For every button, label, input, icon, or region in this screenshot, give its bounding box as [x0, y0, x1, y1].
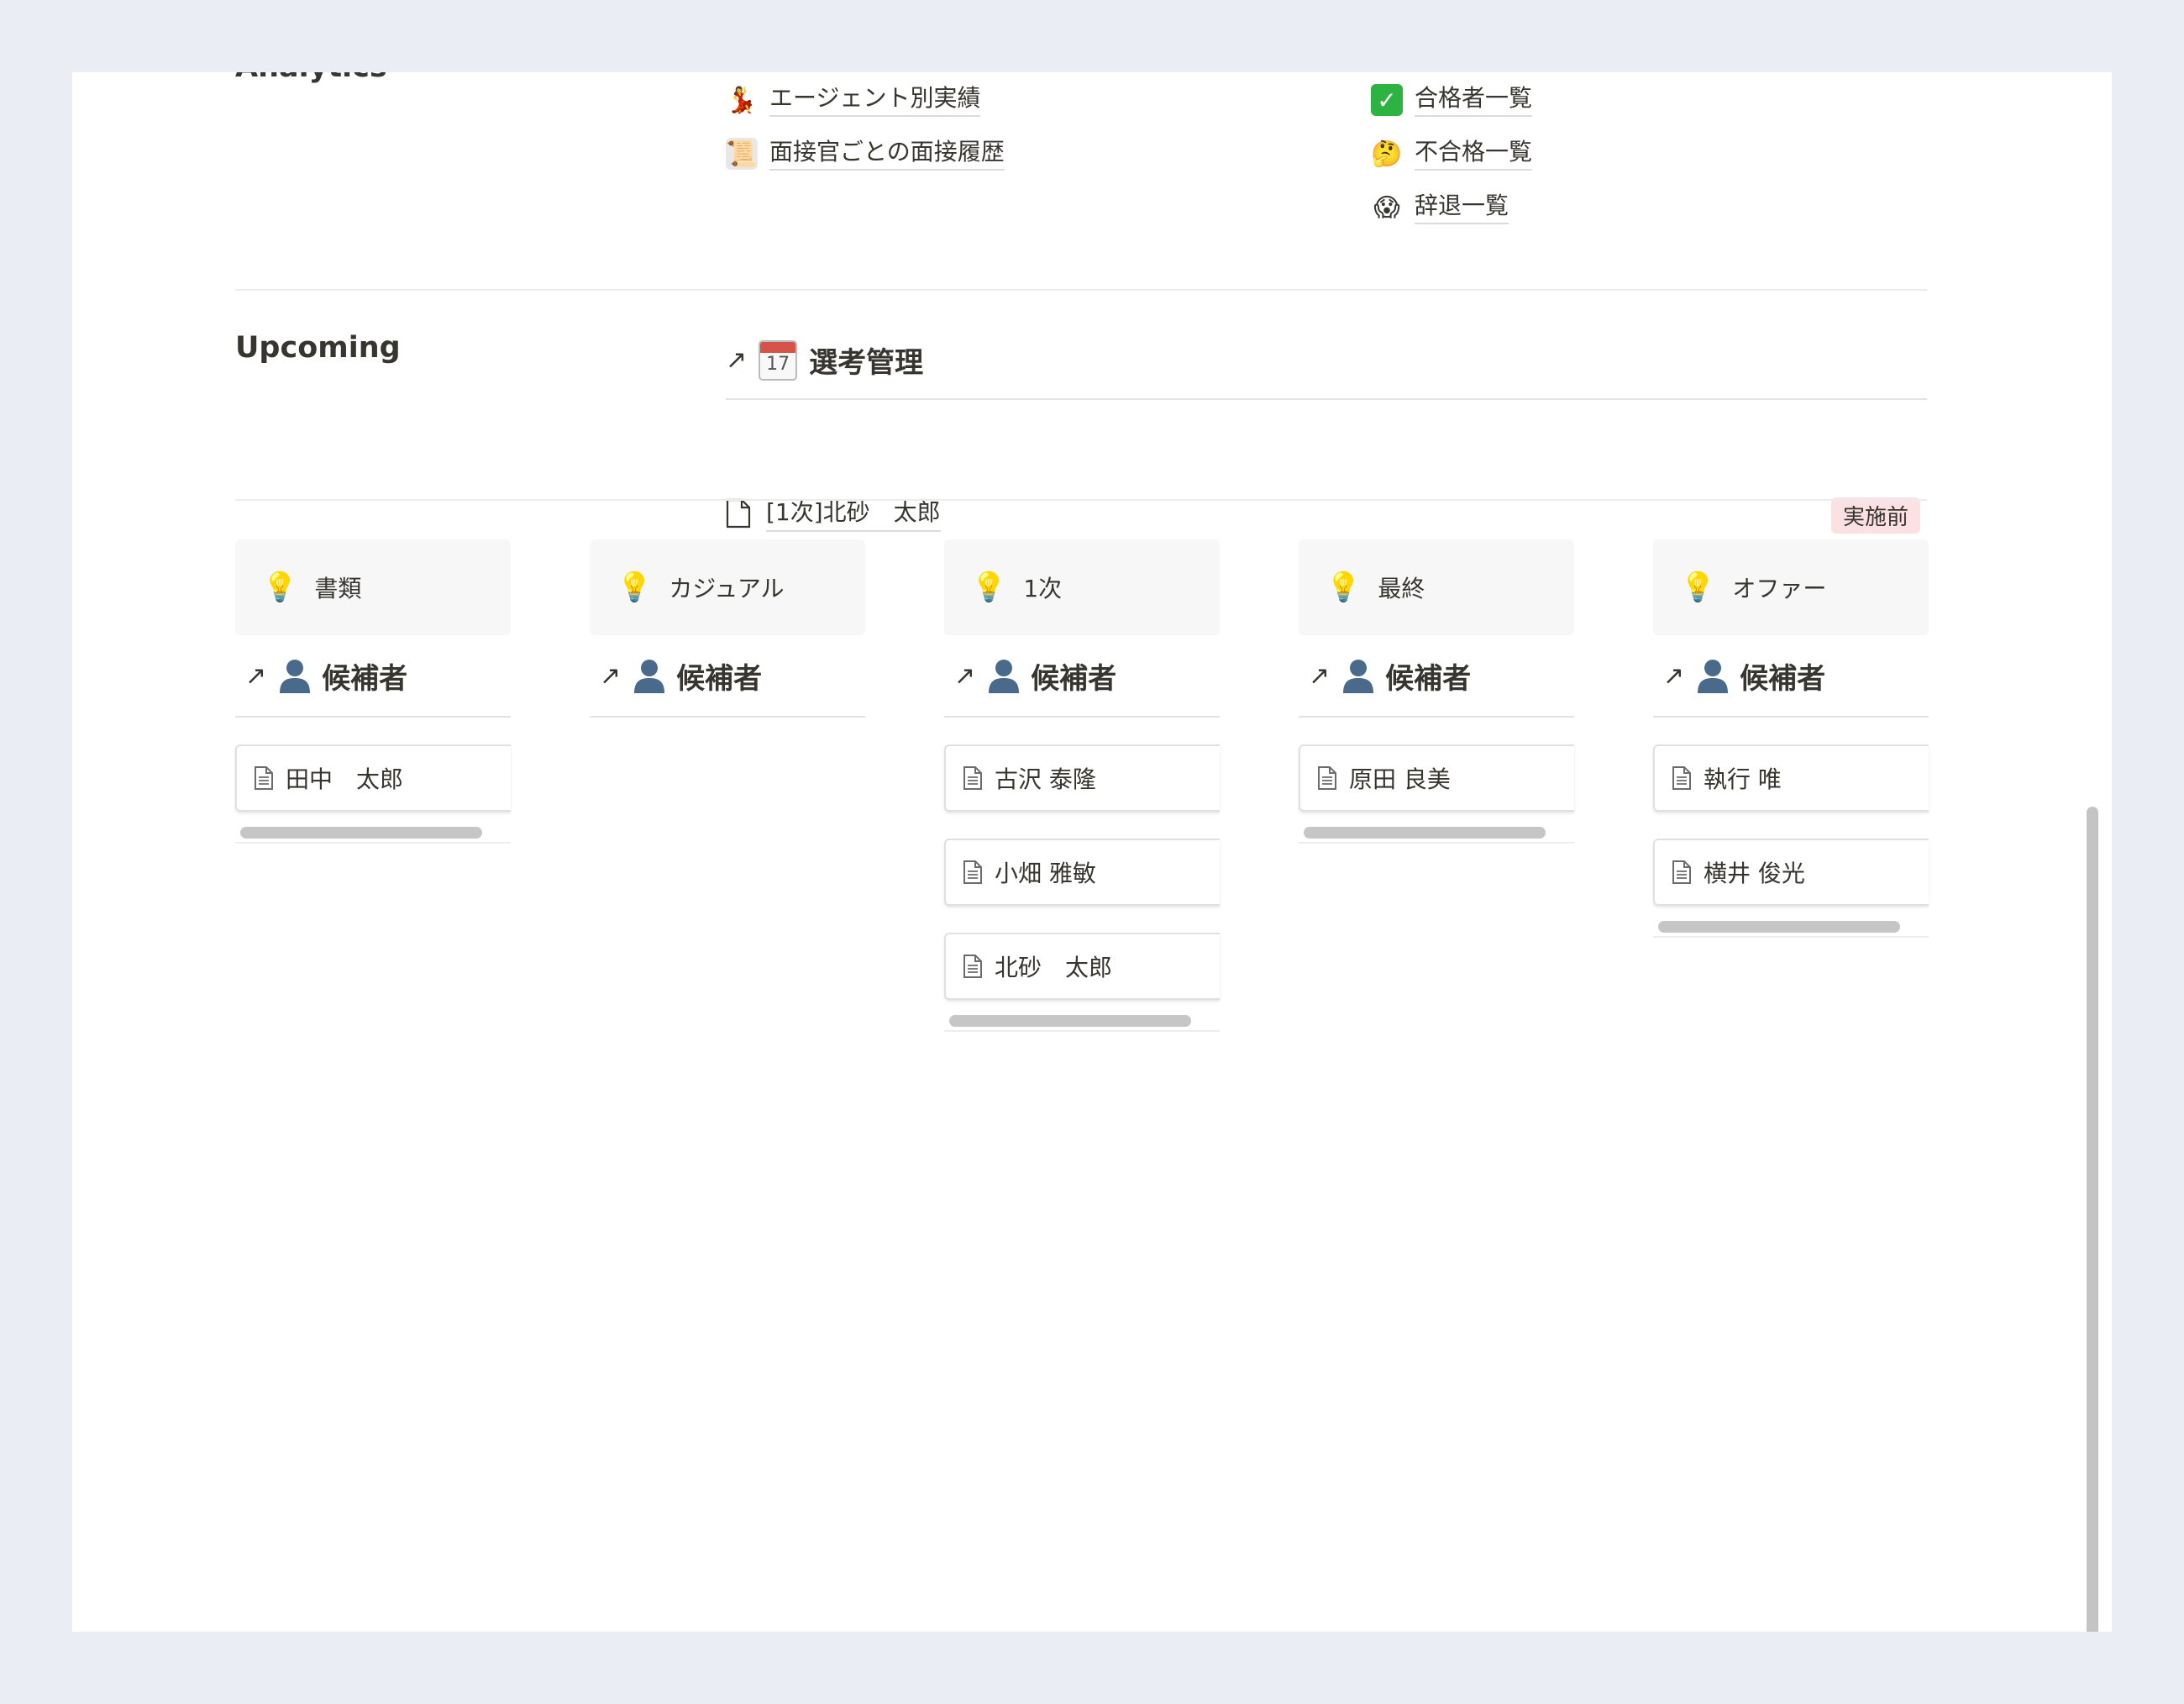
db-title-label: 候補者: [1385, 661, 1472, 696]
board-column: 💡 1次 ↗ 候補者古沢 泰隆小畑 雅敏北砂 太郎: [944, 539, 1220, 1032]
page-icon: [726, 498, 751, 528]
lightbulb-icon: 💡: [262, 571, 298, 604]
upcoming-heading: Upcoming: [235, 331, 401, 365]
document-icon: [963, 955, 982, 978]
linked-db-selection-management[interactable]: ↗ 17 選考管理: [726, 339, 923, 381]
scrollbar-thumb[interactable]: [2087, 807, 2098, 1632]
column-header: 💡 書類: [235, 539, 511, 635]
candidate-card[interactable]: 北砂 太郎: [944, 933, 1220, 1000]
person-icon: [280, 660, 311, 693]
thinking-face-icon: 🤔: [1371, 139, 1403, 169]
document-icon: [963, 860, 982, 884]
link-arrow-icon: ↗: [245, 660, 267, 691]
linked-db-candidates[interactable]: ↗ 候補者: [235, 635, 511, 718]
link-arrow-icon: ↗: [1663, 660, 1685, 691]
calendar-icon: 17: [759, 339, 798, 381]
page-content: Analytics 💃 エージェント別実績 📜 面接官ごとの面接履歴 ✓ 合格者…: [235, 72, 1929, 1632]
board-column: 💡 最終 ↗ 候補者原田 良美: [1299, 539, 1574, 844]
link-arrow-icon: ↗: [726, 345, 748, 375]
lightbulb-icon: 💡: [617, 571, 653, 604]
lightbulb-icon: 💡: [1680, 571, 1716, 604]
db-title-label: 候補者: [322, 661, 408, 696]
horizontal-scrollbar[interactable]: [1653, 918, 1929, 938]
link-label: 合格者一覧: [1415, 84, 1533, 117]
screaming-face-icon: 😱: [1373, 192, 1400, 223]
link-interviewer-history[interactable]: 📜 面接官ごとの面接履歴: [726, 138, 1005, 171]
candidate-name: 北砂 太郎: [995, 954, 1113, 981]
link-agent-performance[interactable]: 💃 エージェント別実績: [726, 84, 981, 117]
db-title-label: 候補者: [1740, 661, 1826, 696]
scrollbar-thumb[interactable]: [240, 827, 482, 839]
app-window: Analytics 💃 エージェント別実績 📜 面接官ごとの面接履歴 ✓ 合格者…: [72, 72, 2112, 1632]
board-column: 💡 書類 ↗ 候補者田中 太郎: [235, 539, 511, 844]
db-title-divider: [726, 398, 1927, 400]
person-icon: [634, 660, 665, 693]
link-label: 面接官ごとの面接履歴: [769, 138, 1005, 171]
link-label: 辞退一覧: [1415, 192, 1509, 224]
document-icon: [1672, 766, 1691, 790]
link-declined-list[interactable]: 😱 辞退一覧: [1371, 192, 1509, 224]
link-label: エージェント別実績: [769, 84, 981, 117]
link-arrow-icon: ↗: [1309, 660, 1331, 691]
candidate-card[interactable]: 古沢 泰隆: [944, 744, 1220, 812]
board-column: 💡 オファー ↗ 候補者執行 唯横井 俊光: [1653, 539, 1929, 938]
person-icon: [1343, 660, 1374, 693]
horizontal-scrollbar[interactable]: [235, 823, 511, 844]
divider: [235, 289, 1927, 291]
link-arrow-icon: ↗: [600, 660, 622, 691]
scrollbar-thumb[interactable]: [1658, 921, 1900, 933]
document-icon: [1318, 766, 1336, 790]
scrollbar-thumb[interactable]: [949, 1015, 1191, 1027]
lightbulb-icon: 💡: [971, 571, 1007, 604]
candidate-name: 古沢 泰隆: [995, 765, 1096, 793]
candidate-card[interactable]: 小畑 雅敏: [944, 839, 1220, 906]
column-title: 書類: [314, 575, 362, 602]
board-column: 💡 カジュアル ↗ 候補者: [590, 539, 865, 718]
candidate-card[interactable]: 田中 太郎: [235, 744, 511, 812]
candidate-name: 田中 太郎: [286, 765, 404, 793]
column-title: オファー: [1732, 575, 1827, 602]
document-icon: [255, 766, 273, 790]
db-title-label: 候補者: [676, 661, 763, 696]
linked-db-candidates[interactable]: ↗ 候補者: [1299, 635, 1574, 718]
scrollbar-thumb[interactable]: [1304, 827, 1546, 839]
db-title-label: 選考管理: [809, 346, 924, 380]
db-title-label: 候補者: [1031, 661, 1117, 696]
column-header: 💡 オファー: [1653, 539, 1929, 635]
column-title: 最終: [1378, 575, 1425, 602]
divider: [235, 499, 1927, 501]
person-icon: [989, 660, 1020, 693]
candidate-card[interactable]: 原田 良美: [1299, 744, 1574, 812]
candidate-card[interactable]: 執行 唯: [1653, 744, 1929, 812]
column-header: 💡 1次: [944, 539, 1220, 635]
link-passed-list[interactable]: ✓ 合格者一覧: [1371, 84, 1533, 117]
candidate-name: 執行 唯: [1704, 765, 1782, 793]
dancer-icon: 💃: [726, 85, 758, 115]
link-arrow-icon: ↗: [954, 660, 976, 691]
scroll-icon: 📜: [726, 138, 758, 171]
analytics-heading: Analytics: [235, 72, 387, 84]
document-icon: [963, 766, 982, 790]
lightbulb-icon: 💡: [1326, 571, 1362, 604]
column-header: 💡 最終: [1299, 539, 1574, 635]
linked-db-candidates[interactable]: ↗ 候補者: [590, 635, 865, 718]
horizontal-scrollbar[interactable]: [1299, 823, 1574, 844]
linked-db-candidates[interactable]: ↗ 候補者: [944, 635, 1220, 718]
candidate-name: 原田 良美: [1349, 765, 1451, 793]
status-badge: 実施前: [1830, 497, 1920, 534]
column-title: 1次: [1023, 575, 1063, 602]
check-mark-icon: ✓: [1371, 84, 1403, 117]
candidate-name: 小畑 雅敏: [995, 860, 1096, 887]
vertical-scrollbar[interactable]: [2082, 84, 2103, 1632]
linked-db-candidates[interactable]: ↗ 候補者: [1653, 635, 1929, 718]
candidate-card[interactable]: 横井 俊光: [1653, 839, 1929, 906]
candidate-name: 横井 俊光: [1704, 860, 1805, 887]
horizontal-scrollbar[interactable]: [944, 1012, 1220, 1032]
column-title: カジュアル: [669, 575, 785, 602]
column-header: 💡 カジュアル: [590, 539, 865, 635]
link-label: 不合格一覧: [1415, 138, 1533, 171]
document-icon: [1672, 860, 1691, 884]
person-icon: [1698, 660, 1729, 693]
link-failed-list[interactable]: 🤔 不合格一覧: [1371, 138, 1533, 171]
